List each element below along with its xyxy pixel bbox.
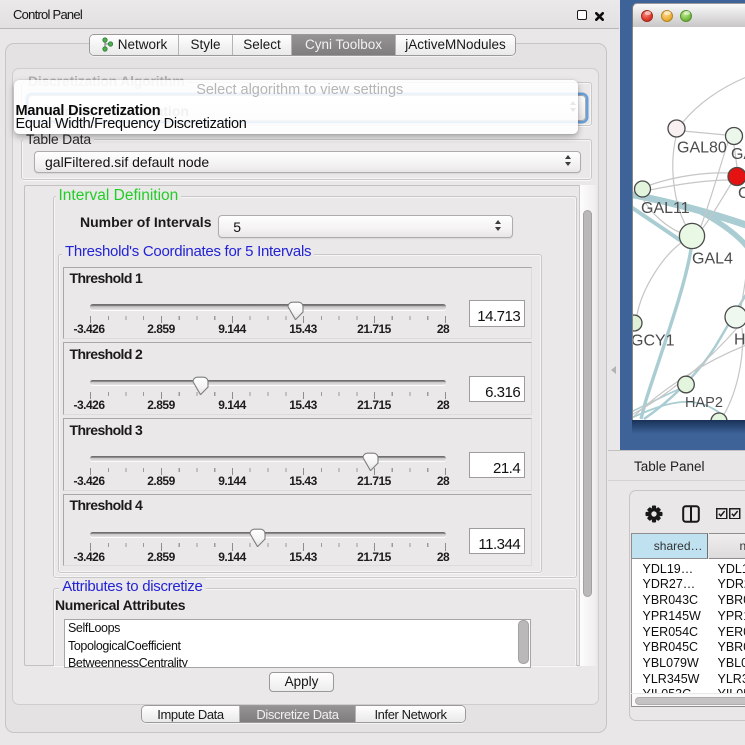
svg-text:GCY1: GCY1 [633, 333, 675, 350]
svg-text:GAL11: GAL11 [641, 200, 690, 217]
svg-text:GAL4: GAL4 [692, 251, 733, 268]
svg-text:GA: GA [731, 146, 745, 163]
svg-text:HAP2: HAP2 [685, 395, 723, 411]
svg-text:C: C [738, 185, 745, 202]
svg-text:H: H [734, 332, 745, 349]
svg-text:GAL80: GAL80 [677, 140, 727, 157]
